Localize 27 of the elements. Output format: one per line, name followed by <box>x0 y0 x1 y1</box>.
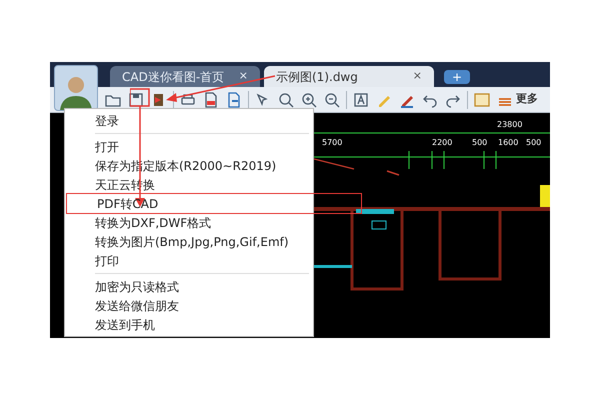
dimension-label: 500 <box>472 137 488 149</box>
dimension-label: 500 <box>526 137 542 149</box>
close-tab-button[interactable]: × <box>412 68 422 85</box>
dimension-label: 5700 <box>322 137 342 149</box>
zoom-in-icon[interactable] <box>300 90 318 108</box>
dimension-label: 23800 <box>497 119 522 131</box>
zoom-out-icon[interactable] <box>323 90 341 108</box>
save-icon[interactable] <box>127 90 145 108</box>
dimension-label: 1600 <box>498 137 518 149</box>
dimension-label: 2200 <box>432 137 452 149</box>
new-tab-button[interactable]: + <box>444 70 470 84</box>
tab[interactable]: CAD迷你看图-首页 × <box>110 66 260 87</box>
text-box-icon[interactable] <box>352 90 370 108</box>
close-tab-button[interactable]: × <box>238 68 248 85</box>
menu-item[interactable]: 转换为DXF,DWF格式 <box>65 213 313 232</box>
menu-item[interactable]: 打印 <box>65 251 313 270</box>
menu-item[interactable]: 登录 <box>65 111 313 130</box>
menu-item[interactable]: 转换为图片(Bmp,Jpg,Png,Gif,Emf) <box>65 232 313 251</box>
more-button[interactable]: 更多 <box>516 91 538 108</box>
tab[interactable]: 示例图(1).dwg × <box>264 66 434 87</box>
zoom-icon[interactable] <box>277 90 295 108</box>
image-frame-icon[interactable] <box>473 90 491 108</box>
menu-item[interactable]: 发送到手机 <box>65 315 313 334</box>
menu-item[interactable]: 打开 <box>65 137 313 156</box>
menu-item[interactable]: 加密为只读格式 <box>65 277 313 296</box>
menu-item[interactable]: 发送给微信朋友 <box>65 296 313 315</box>
avatar <box>54 65 98 111</box>
